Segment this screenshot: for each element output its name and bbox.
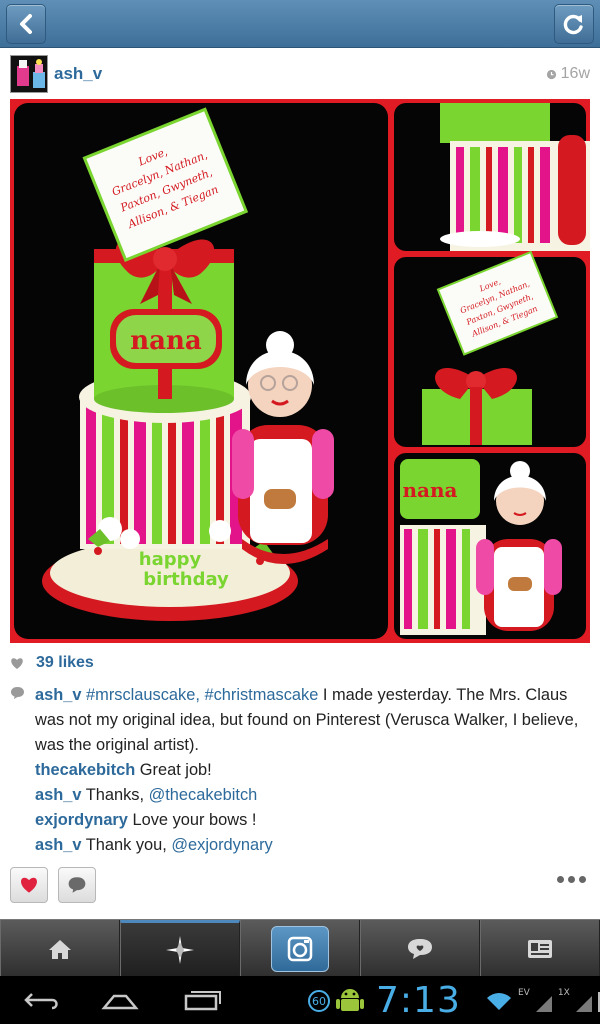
tab-camera[interactable] [240,920,360,977]
activity-icon [408,938,432,959]
post-username[interactable]: ash_v [54,64,102,84]
refresh-button[interactable] [554,4,594,44]
comment-hashtags[interactable]: #mrsclauscake, #christmascake [86,686,318,704]
system-clock: 7:13 [376,980,461,1021]
android-icon [336,989,364,1011]
comment-bubble-icon [11,687,24,699]
heart-outline-icon [11,657,23,669]
heart-icon [21,877,37,893]
comment-text: Great job! [135,761,212,779]
comment-user[interactable]: exjordynary [35,811,128,829]
home-icon [49,939,71,959]
system-recents-icon[interactable] [182,988,222,1012]
signal-2-icon [575,996,592,1012]
wifi-icon [487,993,511,1010]
nana-plaque-text: nana [130,326,202,356]
refresh-icon [563,14,583,35]
comment-mention[interactable]: @thecakebitch [149,786,258,804]
cake-collage-image: nana Love, Gracelyn, Nathan, Paxton, Gwy… [14,103,590,639]
chevron-left-icon [20,14,32,34]
dot-icon [557,876,564,883]
profile-icon [528,939,552,958]
comment-text: Love your bows ! [127,811,257,829]
avatar-image [11,56,47,92]
tab-activity[interactable] [360,920,480,977]
likes-row: 39 likes [10,652,94,674]
tab-explore[interactable] [120,920,240,977]
status-icons: EV 1X [486,988,600,1012]
instagram-screen: ash_v 16w nana Love, Gracelyn, Nathan, P… [0,0,600,1024]
tab-profile[interactable] [480,920,600,977]
comments-list: ash_v #mrsclauscake, #christmascake I ma… [35,683,583,858]
comment-item: ash_v #mrsclauscake, #christmascake I ma… [35,683,583,758]
likes-count[interactable]: 39 likes [36,654,94,672]
post-time: 16w [546,65,590,83]
network-type-label: EV [518,988,530,998]
tab-home[interactable] [0,920,120,977]
nana-mini-text: nana [403,478,458,502]
comment-item: exjordynary Love your bows ! [35,808,583,833]
explore-icon [166,936,194,964]
top-bar [0,0,600,48]
comment-button[interactable] [58,867,96,903]
comment-user[interactable]: ash_v [35,686,81,704]
system-home-icon[interactable] [100,988,140,1012]
comment-user[interactable]: thecakebitch [35,761,135,779]
comment-item: thecakebitch Great job! [35,758,583,783]
sim-label: 1X [557,988,570,998]
camera-icon [287,936,313,961]
comment-item: ash_v Thank you, @exjordynary [35,833,583,858]
more-options-button[interactable] [557,876,586,883]
birthday-text: birthday [143,569,229,590]
bottom-tab-bar [0,919,600,977]
system-back-icon[interactable] [22,988,62,1012]
camera-button[interactable] [271,925,329,972]
comment-user[interactable]: ash_v [35,836,81,854]
comment-text: Thanks, [81,786,149,804]
dot-icon [579,876,586,883]
clock-icon [546,69,556,79]
avatar[interactable] [10,55,48,93]
dot-icon [568,876,575,883]
comment-text: Thank you, [81,836,172,854]
post-photo[interactable]: nana Love, Gracelyn, Nathan, Paxton, Gwy… [10,99,590,643]
comment-user[interactable]: ash_v [35,786,81,804]
notification-count-badge: 60 [308,990,330,1012]
like-button[interactable] [10,867,48,903]
back-button[interactable] [6,4,46,44]
comment-icon [68,877,86,893]
signal-icon [535,996,552,1012]
happy-text: happy [139,549,202,570]
comment-item: ash_v Thanks, @thecakebitch [35,783,583,808]
time-ago-text: 16w [560,65,590,82]
comment-mention[interactable]: @exjordynary [171,836,272,854]
